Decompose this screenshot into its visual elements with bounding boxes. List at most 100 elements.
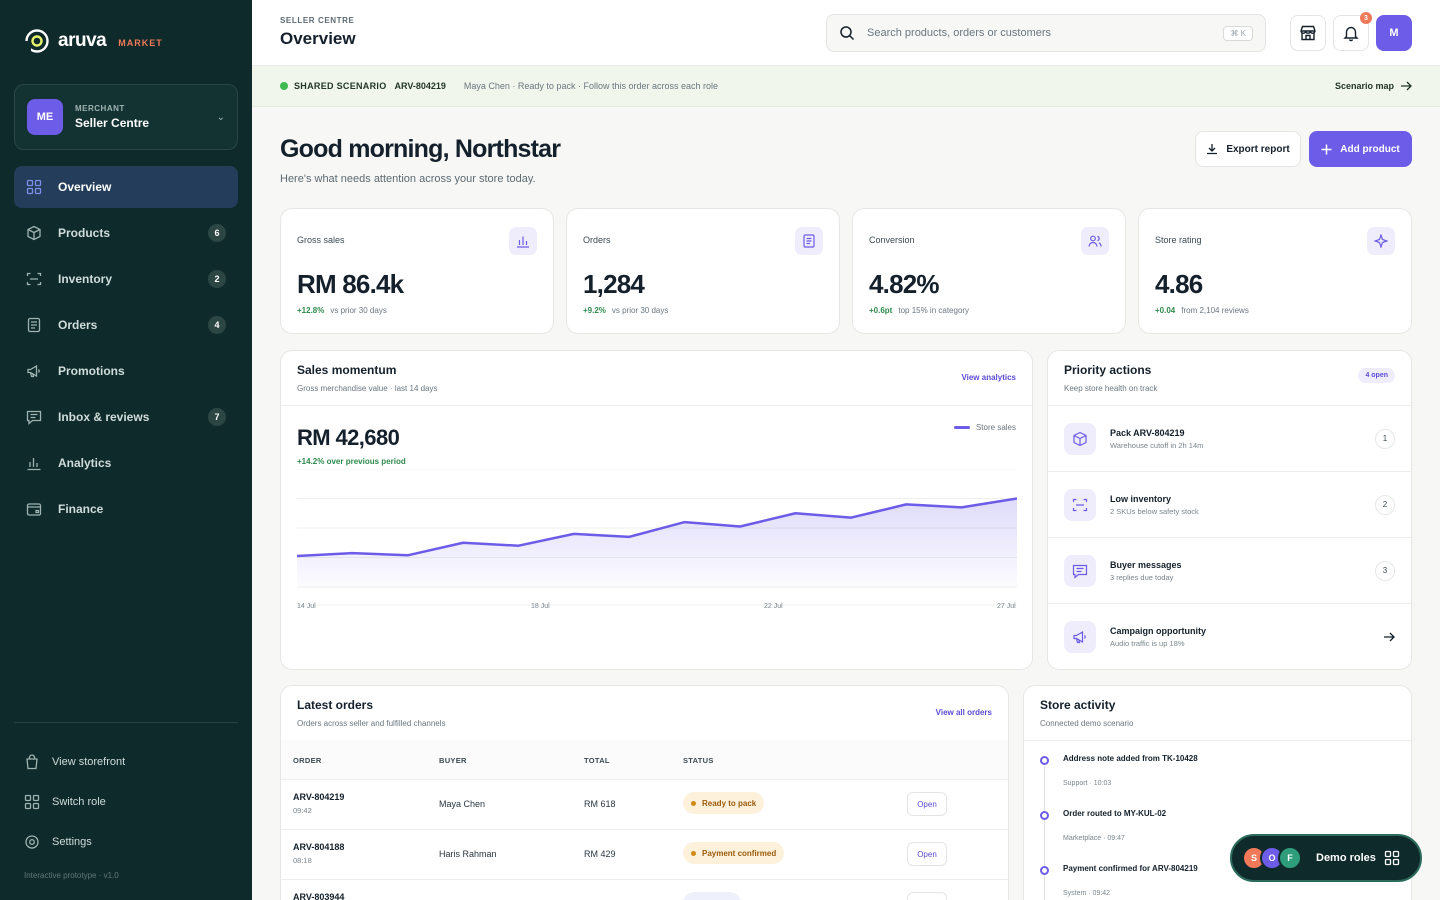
switch-role-link[interactable]: Switch role	[24, 782, 234, 822]
kpi-note: vs prior 30 days	[611, 306, 669, 315]
kpi-footnote: +12.8% vs prior 30 days	[297, 306, 387, 315]
settings-link[interactable]: Settings	[24, 822, 234, 862]
priority-title: Low inventory	[1110, 493, 1172, 504]
megaphone-icon	[26, 363, 42, 379]
timeline-dot	[1040, 866, 1049, 875]
document-icon	[795, 227, 823, 255]
box-icon	[1064, 422, 1096, 455]
footer-label: Settings	[52, 836, 92, 848]
sidebar-item-inventory[interactable]: Inventory 2	[14, 258, 238, 300]
open-order-button[interactable]: Open	[907, 842, 947, 866]
scenario-label: SHARED SCENARIO	[294, 81, 387, 91]
table-header	[281, 740, 1008, 780]
kpi-card-gross-sales[interactable]: Gross sales RM 86.4k +12.8% vs prior 30 d…	[280, 208, 554, 334]
order-id: ARV-804188	[293, 842, 345, 852]
search-icon	[840, 26, 855, 41]
open-order-button[interactable]	[907, 892, 947, 900]
order-id: ARV-803944	[293, 892, 345, 900]
kpi-label: Orders	[583, 235, 611, 245]
add-product-button[interactable]: Add product	[1309, 131, 1412, 167]
merchant-switcher[interactable]: ME MERCHANT Seller Centre ⌄	[14, 84, 238, 150]
storefront-button[interactable]	[1290, 15, 1326, 51]
activity-title: Payment confirmed for ARV-804219	[1063, 864, 1198, 873]
priority-title: Pack ARV-804219	[1110, 427, 1185, 438]
footer-label: View storefront	[52, 756, 126, 768]
kpi-card-orders[interactable]: Orders 1,284 +9.2% vs prior 30 days	[566, 208, 840, 334]
chevron-down-icon: ⌄	[216, 111, 225, 123]
view-storefront-link[interactable]: View storefront	[24, 742, 234, 782]
order-total: RM 618	[584, 799, 616, 809]
kpi-card-conversion[interactable]: Conversion 4.82% +0.6pt top 15% in catego…	[852, 208, 1126, 334]
table-row[interactable]: ARV-804188 08:18 Haris Rahman RM 429 Pay…	[281, 830, 1008, 880]
open-order-button[interactable]: Open	[907, 792, 947, 816]
notifications-button[interactable]: 3	[1333, 12, 1372, 51]
scenario-map-label: Scenario map	[1334, 81, 1394, 91]
sidebar-item-overview[interactable]: Overview	[14, 166, 238, 208]
page-title: Overview	[280, 29, 356, 48]
greeting-subtitle: Here's what needs attention across your …	[280, 173, 536, 185]
x-tick-label: 27 Jul	[997, 603, 1016, 610]
export-label: Export report	[1226, 143, 1290, 155]
scan-icon	[26, 271, 42, 287]
sidebar-item-label: Analytics	[58, 456, 112, 470]
priority-sub: 2 SKUs below safety stock	[1110, 506, 1199, 516]
plus-icon	[1321, 144, 1332, 154]
scan-icon	[1064, 488, 1096, 521]
open-count-badge: 4 open	[1358, 368, 1395, 383]
table-row[interactable]: ARV-804219 09:42 Maya Chen RM 618 Ready …	[281, 780, 1008, 830]
priority-item[interactable]: Pack ARV-804219 Warehouse cutoff in 2h 14…	[1048, 405, 1411, 471]
activity-title: Order routed to MY-KUL-02	[1063, 809, 1167, 818]
priority-item[interactable]: Low inventory 2 SKUs below safety stock 2	[1048, 471, 1411, 537]
kpi-card-store-rating[interactable]: Store rating 4.86 +0.04 from 2,104 review…	[1138, 208, 1412, 334]
sidebar-item-products[interactable]: Products 6	[14, 212, 238, 254]
activity-title: Address note added from TK-10428	[1063, 754, 1198, 763]
priority-count: 3	[1375, 560, 1395, 581]
kpi-footnote: +0.6pt top 15% in category	[869, 306, 969, 315]
sidebar-item-analytics[interactable]: Analytics	[14, 442, 238, 484]
kpi-footnote: +9.2% vs prior 30 days	[583, 306, 668, 315]
card-subtitle: Connected demo scenario	[1040, 719, 1134, 728]
version-label: Interactive prototype · v1.0	[24, 871, 119, 880]
demo-roles-button[interactable]: S O F Demo roles	[1230, 834, 1422, 882]
search-input[interactable]	[867, 27, 1212, 39]
logo-icon	[24, 29, 49, 54]
sidebar-item-finance[interactable]: Finance	[14, 488, 238, 530]
sidebar-item-label: Inbox & reviews	[58, 410, 150, 424]
latest-orders-card: Latest orders Orders across seller and f…	[280, 685, 1009, 900]
shortcut-hint: ⌘ K	[1223, 25, 1253, 41]
timeline-dot	[1040, 756, 1049, 765]
count-badge: 6	[208, 224, 226, 242]
bag-icon	[26, 754, 38, 770]
card-subtitle: Gross merchandise value · last 14 days	[297, 384, 438, 393]
table-row[interactable]: ARV-803944	[281, 880, 1008, 900]
activity-meta: Marketplace · 09:47	[1063, 835, 1125, 842]
priority-item[interactable]: Campaign opportunity Audio traffic is up …	[1048, 603, 1411, 669]
sales-momentum-card: Sales momentum Gross merchandise value ·…	[280, 350, 1033, 670]
sidebar-item-inbox[interactable]: Inbox & reviews 7	[14, 396, 238, 438]
sidebar-item-orders[interactable]: Orders 4	[14, 304, 238, 346]
kpi-label: Store rating	[1155, 235, 1202, 245]
sidebar-item-promotions[interactable]: Promotions	[14, 350, 238, 392]
order-buyer: Maya Chen	[439, 799, 486, 809]
wallet-icon	[26, 501, 42, 517]
priority-item[interactable]: Buyer messages 3 replies due today 3	[1048, 537, 1411, 603]
brand-logo[interactable]: aruva MARKET	[24, 28, 163, 54]
priority-sub: Audio traffic is up 18%	[1110, 638, 1185, 648]
order-id: ARV-804219	[293, 792, 345, 802]
view-all-orders-link[interactable]: View all orders	[936, 708, 992, 717]
scenario-map-link[interactable]: Scenario map	[1335, 81, 1412, 91]
chat-icon	[26, 409, 42, 425]
merchant-name: Seller Centre	[75, 116, 150, 130]
kpi-delta: +9.2%	[583, 306, 606, 315]
kpi-value: 1,284	[583, 269, 645, 299]
export-report-button[interactable]: Export report	[1195, 131, 1301, 167]
users-icon	[1081, 227, 1109, 255]
user-avatar[interactable]: M	[1376, 15, 1412, 51]
kpi-value: RM 86.4k	[297, 269, 404, 299]
legend-swatch	[953, 426, 970, 429]
sales-total: RM 42,680	[297, 425, 400, 450]
count-badge: 7	[208, 408, 226, 426]
view-analytics-link[interactable]: View analytics	[961, 373, 1016, 382]
count-badge: 4	[208, 316, 226, 334]
x-tick-label: 18 Jul	[531, 603, 550, 610]
